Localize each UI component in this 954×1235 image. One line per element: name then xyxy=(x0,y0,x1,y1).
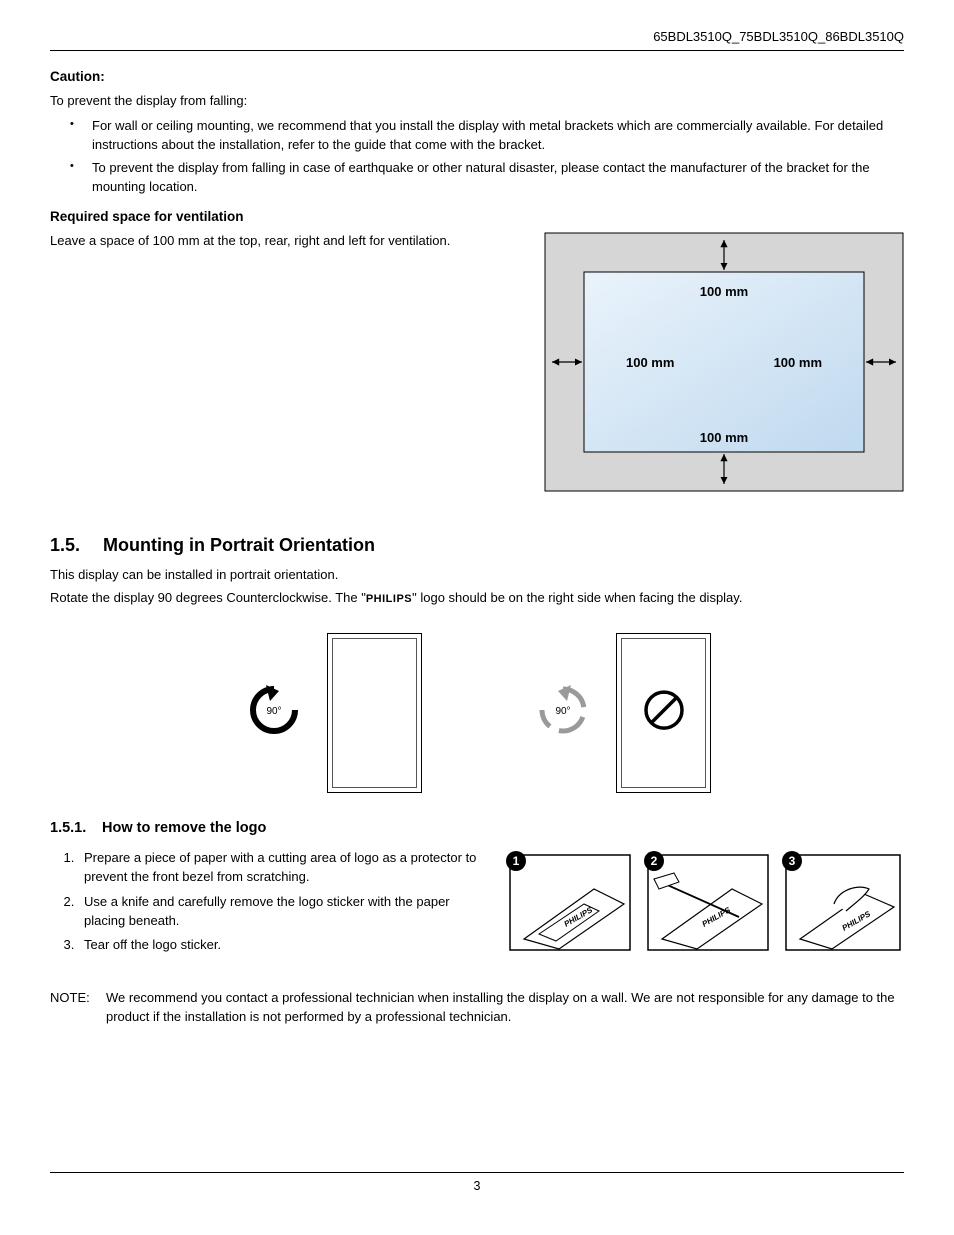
portrait-line-1: This display can be installed in portrai… xyxy=(50,566,904,585)
caution-block: Caution: To prevent the display from fal… xyxy=(50,67,904,197)
section-number: 1.5. xyxy=(50,532,98,558)
ventilation-block: Required space for ventilation Leave a s… xyxy=(50,207,904,493)
cw-arrow-icon: 90° xyxy=(532,679,594,747)
caution-bullet: To prevent the display from falling in c… xyxy=(80,159,904,197)
caution-heading: Caution: xyxy=(50,67,904,87)
svg-text:1: 1 xyxy=(513,854,520,868)
portrait-line-2a: Rotate the display 90 degrees Counterclo… xyxy=(50,590,366,605)
note-block: NOTE: We recommend you contact a profess… xyxy=(50,989,904,1027)
logo-step: Tear off the logo sticker. xyxy=(78,936,484,955)
header-model-line: 65BDL3510Q_75BDL3510Q_86BDL3510Q xyxy=(50,28,904,51)
ventilation-heading: Required space for ventilation xyxy=(50,207,904,227)
portrait-line-2: Rotate the display 90 degrees Counterclo… xyxy=(50,589,904,608)
section-title: Mounting in Portrait Orientation xyxy=(103,535,375,555)
caution-bullet-list: For wall or ceiling mounting, we recomme… xyxy=(50,117,904,196)
logo-steps-list: Prepare a piece of paper with a cutting … xyxy=(50,849,484,961)
logo-step: Prepare a piece of paper with a cutting … xyxy=(78,849,484,887)
caution-intro: To prevent the display from falling: xyxy=(50,92,904,111)
page-footer: 3 xyxy=(50,1172,904,1195)
svg-text:90°: 90° xyxy=(266,706,281,717)
svg-text:100 mm: 100 mm xyxy=(700,430,748,445)
svg-text:100 mm: 100 mm xyxy=(626,355,674,370)
portrait-display-icon xyxy=(327,633,422,793)
svg-text:3: 3 xyxy=(789,854,796,868)
note-text: We recommend you contact a professional … xyxy=(106,989,904,1027)
ccw-arrow-icon: 90° xyxy=(243,679,305,747)
philips-logo-inline: PHILIPS xyxy=(366,593,412,605)
subsection-number: 1.5.1. xyxy=(50,818,98,839)
subsection-heading: 1.5.1. How to remove the logo xyxy=(50,818,904,839)
rotation-ccw-block: 90° xyxy=(243,633,422,793)
logo-step: Use a knife and carefully remove the log… xyxy=(78,893,484,931)
ventilation-text: Leave a space of 100 mm at the top, rear… xyxy=(50,232,524,251)
svg-text:100 mm: 100 mm xyxy=(700,284,748,299)
subsection-title: How to remove the logo xyxy=(102,820,266,836)
section-1-5: 1.5. Mounting in Portrait Orientation Th… xyxy=(50,532,904,1027)
svg-text:2: 2 xyxy=(651,854,658,868)
logo-removal-row: Prepare a piece of paper with a cutting … xyxy=(50,849,904,961)
portrait-line-2b: " logo should be on the right side when … xyxy=(412,590,742,605)
svg-text:100 mm: 100 mm xyxy=(774,355,822,370)
prohibited-icon xyxy=(642,688,686,738)
svg-text:90°: 90° xyxy=(555,706,570,717)
section-heading: 1.5. Mounting in Portrait Orientation xyxy=(50,532,904,558)
page-number: 3 xyxy=(474,1179,481,1193)
note-label: NOTE: xyxy=(50,989,106,1027)
logo-removal-diagram: 1 PHILIPS 2 PHILIPS 3 PHILIPS xyxy=(504,849,904,959)
rotation-cw-block: 90° xyxy=(532,633,711,793)
portrait-display-icon xyxy=(616,633,711,793)
caution-bullet: For wall or ceiling mounting, we recomme… xyxy=(80,117,904,155)
rotation-diagram-row: 90° 90° xyxy=(50,633,904,793)
ventilation-diagram: 100 mm 100 mm 100 mm 100 mm xyxy=(544,232,904,492)
